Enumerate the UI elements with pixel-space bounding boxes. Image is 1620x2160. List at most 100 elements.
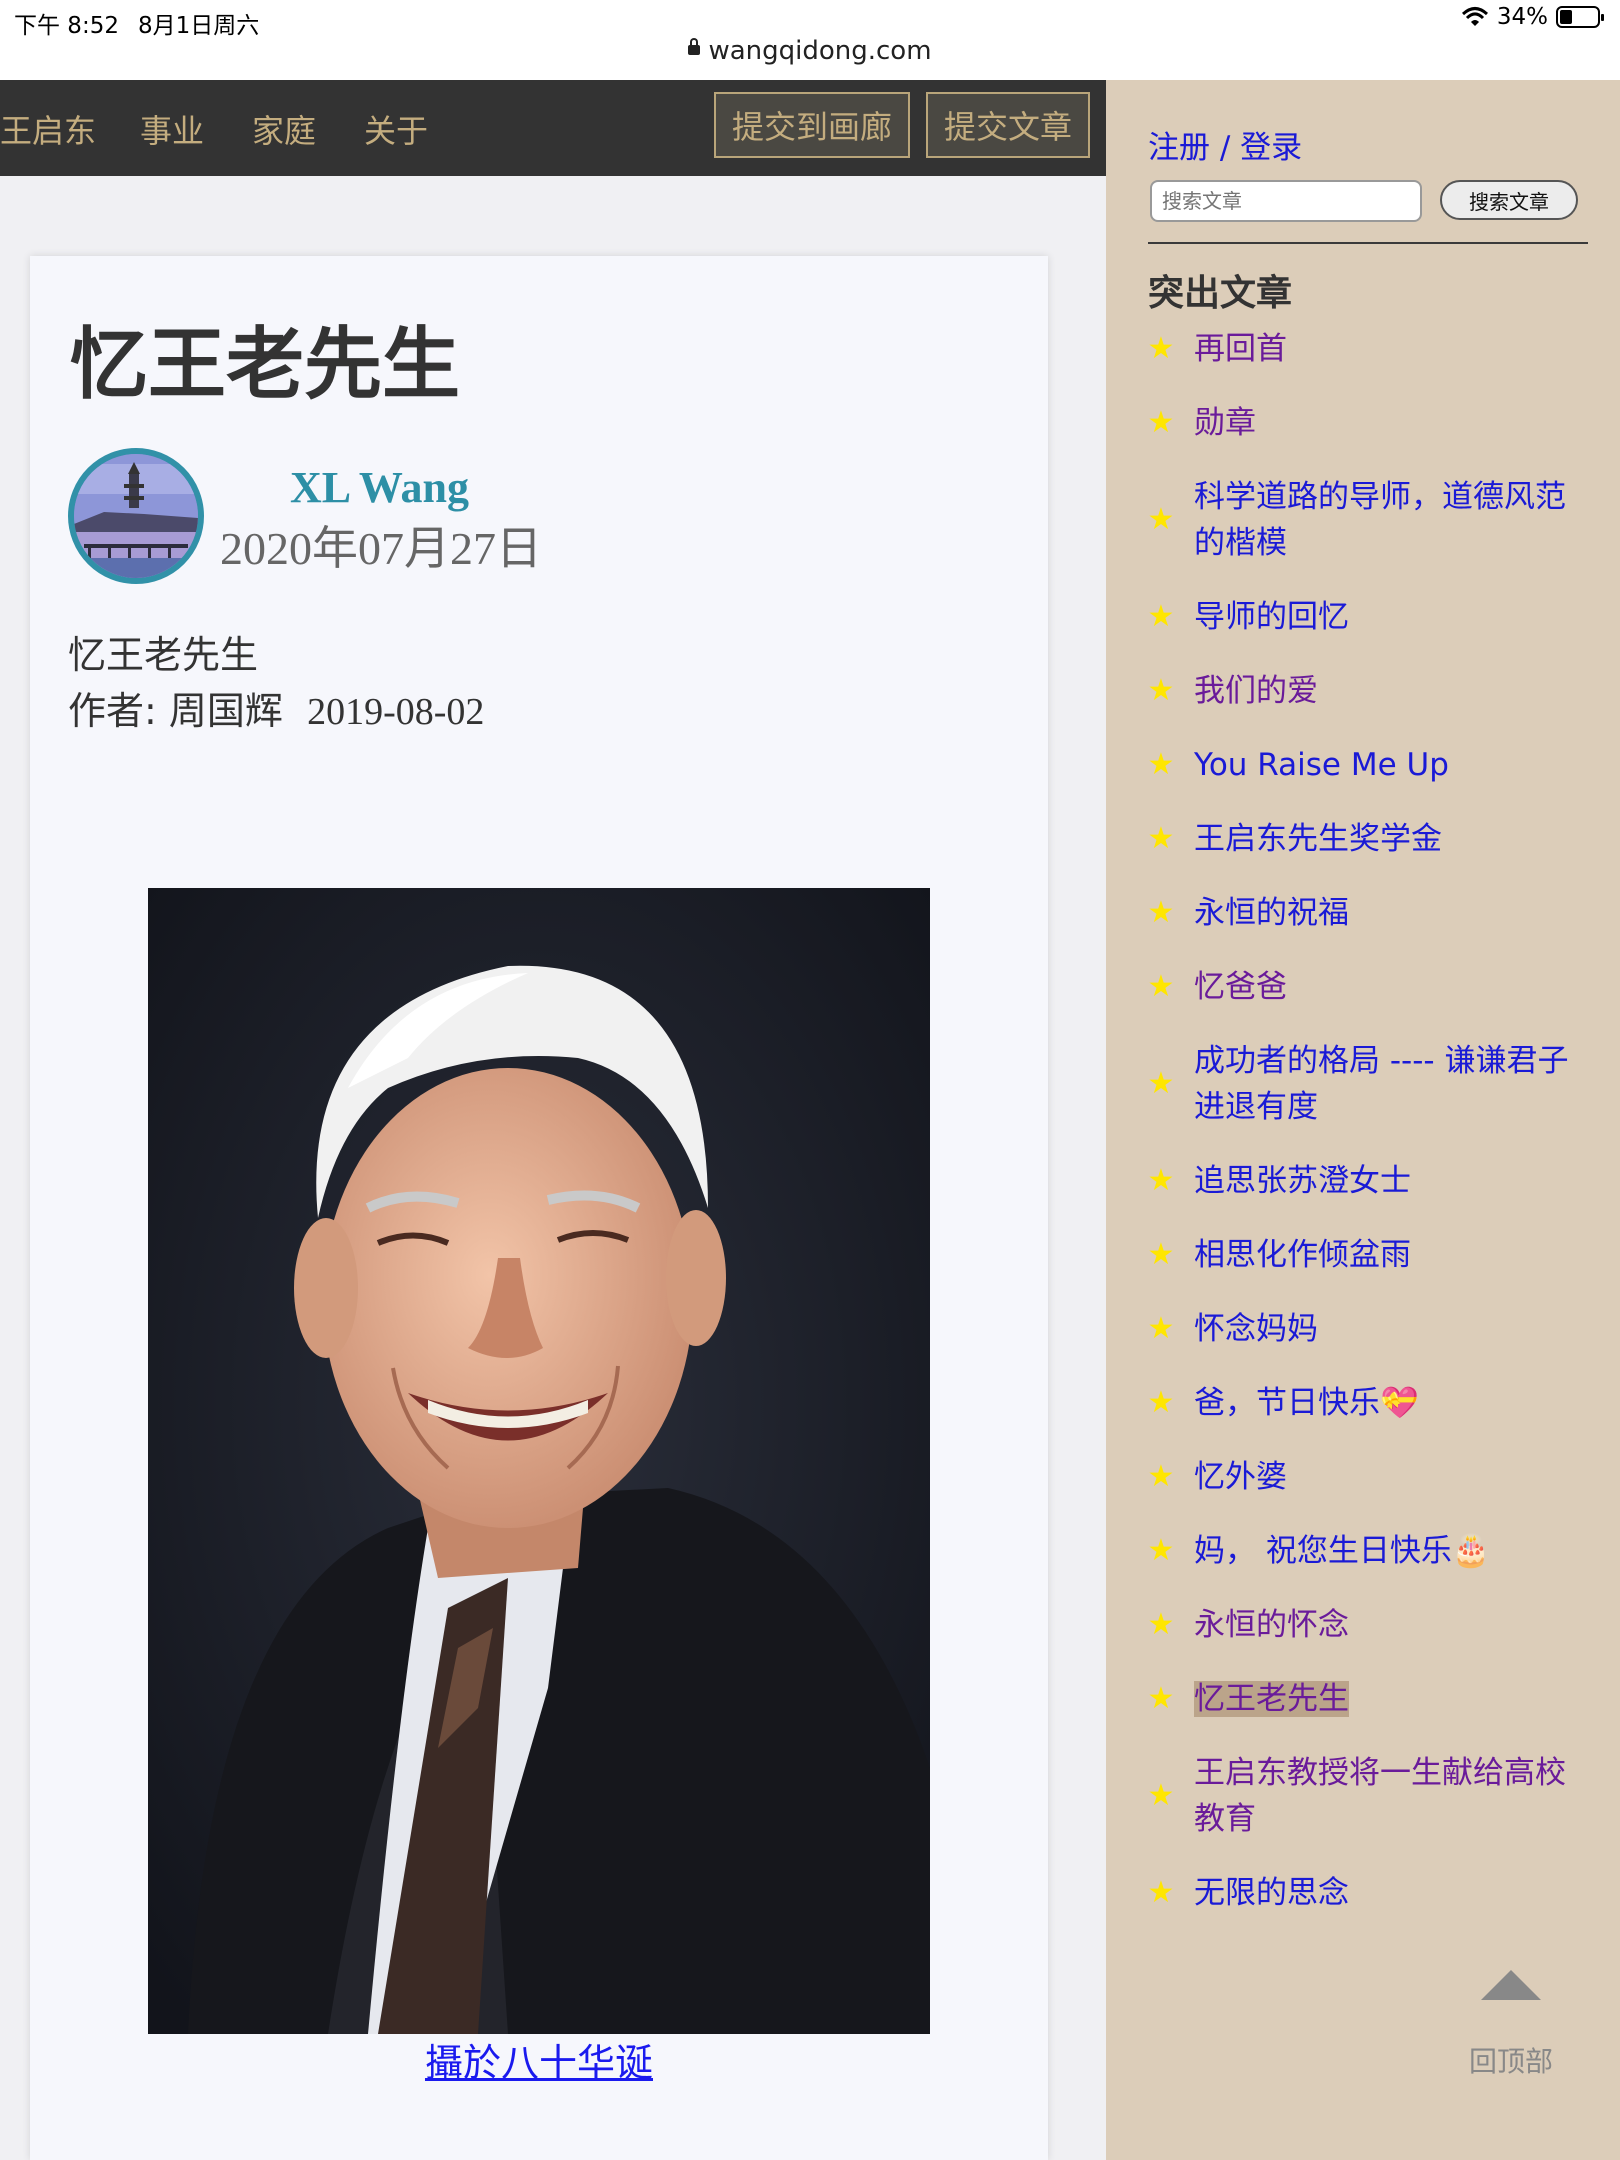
featured-item-label[interactable]: 我们的爱 — [1194, 673, 1318, 709]
featured-item[interactable]: ★ 王启东教授将一生献给高校教育 — [1146, 1750, 1596, 1842]
star-icon: ★ — [1147, 1311, 1175, 1346]
star-icon: ★ — [1147, 1459, 1175, 1494]
featured-item-label[interactable]: 王启东教授将一生献给高校教育 — [1194, 1755, 1566, 1837]
back-to-top-button[interactable]: 回顶部 — [1456, 1970, 1566, 2080]
featured-item-label[interactable]: 忆爸爸 — [1194, 969, 1287, 1005]
featured-item-label[interactable]: 无限的思念 — [1194, 1875, 1349, 1911]
back-to-top-label: 回顶部 — [1468, 2045, 1553, 2078]
featured-item[interactable]: ★ 忆爸爸 — [1146, 964, 1596, 1010]
byline-author: 作者: 周国辉 — [68, 689, 283, 733]
url-text: wangqidong.com — [708, 36, 932, 66]
featured-item-label[interactable]: 忆王老先生 — [1194, 1681, 1349, 1717]
featured-item-label[interactable]: 相思化作倾盆雨 — [1194, 1237, 1411, 1273]
featured-item[interactable]: ★ 追思张苏澄女士 — [1146, 1158, 1596, 1204]
search-button[interactable]: 搜索文章 — [1440, 180, 1578, 220]
featured-item-label[interactable]: 科学道路的导师，道德风范的楷模 — [1194, 479, 1566, 561]
star-icon: ★ — [1147, 1163, 1175, 1198]
featured-item[interactable]: ★ 怀念妈妈 — [1146, 1306, 1596, 1352]
status-date: 8月1日周六 — [138, 13, 260, 39]
byline-date: 2019-08-02 — [307, 691, 485, 733]
featured-item-label[interactable]: 忆外婆 — [1194, 1459, 1287, 1495]
featured-item[interactable]: ★ 永恒的怀念 — [1146, 1602, 1596, 1648]
arrow-up-icon — [1481, 1970, 1541, 2000]
star-icon: ★ — [1147, 821, 1175, 856]
lock-icon — [688, 37, 701, 55]
nav-item-family[interactable]: 家庭 — [252, 106, 316, 152]
star-icon: ★ — [1147, 1533, 1175, 1568]
avatar-image — [74, 454, 198, 578]
featured-item[interactable]: ★ 科学道路的导师，道德风范的楷模 — [1146, 474, 1596, 566]
star-icon: ★ — [1147, 502, 1175, 537]
status-right: 34% — [1461, 4, 1604, 30]
featured-item-label[interactable]: 追思张苏澄女士 — [1194, 1163, 1411, 1199]
star-icon: ★ — [1147, 747, 1175, 782]
featured-item[interactable]: ★ 永恒的祝福 — [1146, 890, 1596, 936]
featured-item[interactable]: ★ 忆王老先生 — [1146, 1676, 1596, 1722]
featured-item[interactable]: ★ 相思化作倾盆雨 — [1146, 1232, 1596, 1278]
featured-item-label[interactable]: 永恒的祝福 — [1194, 895, 1349, 931]
article-card: 忆王老先生 XL Wang 2020年07月27日 忆王老先生 作者: 周国辉 … — [30, 256, 1048, 2160]
star-icon: ★ — [1147, 405, 1175, 440]
address-bar[interactable]: wangqidong.com — [0, 36, 1620, 66]
avatar[interactable] — [68, 448, 204, 584]
photo-caption-link[interactable]: 攝於八十华诞 — [30, 2032, 1048, 2087]
featured-item[interactable]: ★ 再回首 — [1146, 326, 1596, 372]
status-bar: 下午 8:52 8月1日周六 34% wangqidong.com — [0, 0, 1620, 80]
battery-level — [1560, 10, 1572, 24]
nav-item-home[interactable]: 王启东 — [0, 106, 96, 152]
status-time: 下午 8:52 — [14, 13, 119, 39]
post-date: 2020年07月27日 — [220, 523, 542, 574]
sidebar: 注册 / 登录 搜索文章 突出文章 ★ 再回首 ★ 勋章 ★ 科学道路的导师，道德风范的楷… — [1106, 80, 1620, 2160]
article-subtitle: 忆王老先生 — [68, 633, 259, 677]
featured-heading: 突出文章 — [1148, 273, 1293, 314]
featured-item-label[interactable]: 勋章 — [1194, 405, 1256, 441]
featured-item[interactable]: ★ You Raise Me Up — [1146, 742, 1596, 788]
star-icon: ★ — [1147, 1607, 1175, 1642]
star-icon: ★ — [1147, 1681, 1175, 1716]
featured-item-label[interactable]: 导师的回忆 — [1194, 599, 1349, 635]
star-icon: ★ — [1147, 599, 1175, 634]
featured-item[interactable]: ★ 我们的爱 — [1146, 668, 1596, 714]
featured-item[interactable]: ★ 爸，节日快乐💝 — [1146, 1380, 1596, 1426]
sidebar-divider — [1148, 242, 1588, 244]
portrait-photo[interactable] — [148, 888, 930, 2034]
star-icon: ★ — [1147, 1778, 1175, 1813]
featured-item-label[interactable]: 成功者的格局 ---- 谦谦君子进退有度 — [1194, 1043, 1568, 1125]
star-icon: ★ — [1147, 895, 1175, 930]
featured-item[interactable]: ★ 无限的思念 — [1146, 1870, 1596, 1916]
wifi-icon — [1461, 7, 1488, 26]
featured-item-label[interactable]: 怀念妈妈 — [1194, 1311, 1318, 1347]
battery-icon — [1556, 6, 1604, 28]
submit-gallery-button[interactable]: 提交到画廊 — [714, 92, 910, 158]
star-icon: ★ — [1147, 331, 1175, 366]
star-icon: ★ — [1147, 1385, 1175, 1420]
battery-percent: 34% — [1496, 4, 1548, 30]
featured-item-label[interactable]: 王启东先生奖学金 — [1194, 821, 1442, 857]
featured-item-label[interactable]: You Raise Me Up — [1194, 747, 1449, 783]
author-name[interactable]: XL Wang — [290, 462, 469, 513]
search-input[interactable] — [1150, 180, 1422, 222]
featured-item[interactable]: ★ 成功者的格局 ---- 谦谦君子进退有度 — [1146, 1038, 1596, 1130]
nav-item-about[interactable]: 关于 — [364, 106, 428, 152]
featured-item[interactable]: ★ 忆外婆 — [1146, 1454, 1596, 1500]
article-byline: 作者: 周国辉 2019-08-02 — [68, 680, 484, 735]
star-icon: ★ — [1147, 1875, 1175, 1910]
featured-item[interactable]: ★ 导师的回忆 — [1146, 594, 1596, 640]
submit-article-button[interactable]: 提交文章 — [926, 92, 1090, 158]
featured-item-label[interactable]: 妈， 祝您生日快乐🎂 — [1194, 1533, 1490, 1569]
featured-item[interactable]: ★ 王启东先生奖学金 — [1146, 816, 1596, 862]
featured-item[interactable]: ★ 勋章 — [1146, 400, 1596, 446]
featured-item-label[interactable]: 爸，节日快乐💝 — [1194, 1385, 1419, 1421]
register-login-link[interactable]: 注册 / 登录 — [1148, 122, 1302, 167]
featured-item-label[interactable]: 再回首 — [1194, 331, 1287, 367]
featured-item[interactable]: ★ 妈， 祝您生日快乐🎂 — [1146, 1528, 1596, 1574]
top-nav: 王启东 事业 家庭 关于 提交到画廊 提交文章 — [0, 80, 1106, 176]
featured-item-label[interactable]: 永恒的怀念 — [1194, 1607, 1349, 1643]
star-icon: ★ — [1147, 1237, 1175, 1272]
star-icon: ★ — [1147, 1066, 1175, 1101]
star-icon: ★ — [1147, 969, 1175, 1004]
page-title: 忆王老先生 — [70, 320, 461, 410]
featured-list: ★ 再回首 ★ 勋章 ★ 科学道路的导师，道德风范的楷模 ★ 导师的回忆 ★ 我们的爱 ★ You R… — [1146, 326, 1596, 1944]
nav-item-career[interactable]: 事业 — [140, 106, 204, 152]
portrait-illustration — [148, 888, 930, 2034]
